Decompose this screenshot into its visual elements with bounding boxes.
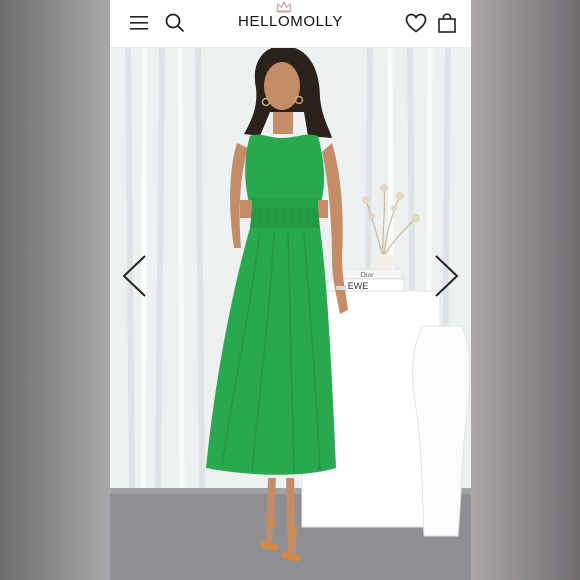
hamburger-menu-icon[interactable] [126,10,152,36]
shopping-bag-icon[interactable] [434,10,460,36]
product-photo: Dior EWE [110,48,471,580]
heart-icon[interactable] [403,10,429,36]
book-title-bottom: EWE [348,281,369,291]
book-title-top: Dior [361,271,375,279]
chevron-left-icon[interactable] [120,253,150,299]
chevron-right-icon[interactable] [431,253,461,299]
brand-logo[interactable]: HELLOMOLLY [228,13,353,30]
crown-logo-icon [276,1,292,13]
product-image-gallery[interactable]: Dior EWE [110,48,471,580]
site-header: HELLOMOLLY [110,0,471,48]
mobile-screen: HELLOMOLLY Dior EWE [110,0,471,580]
search-icon[interactable] [162,10,188,36]
